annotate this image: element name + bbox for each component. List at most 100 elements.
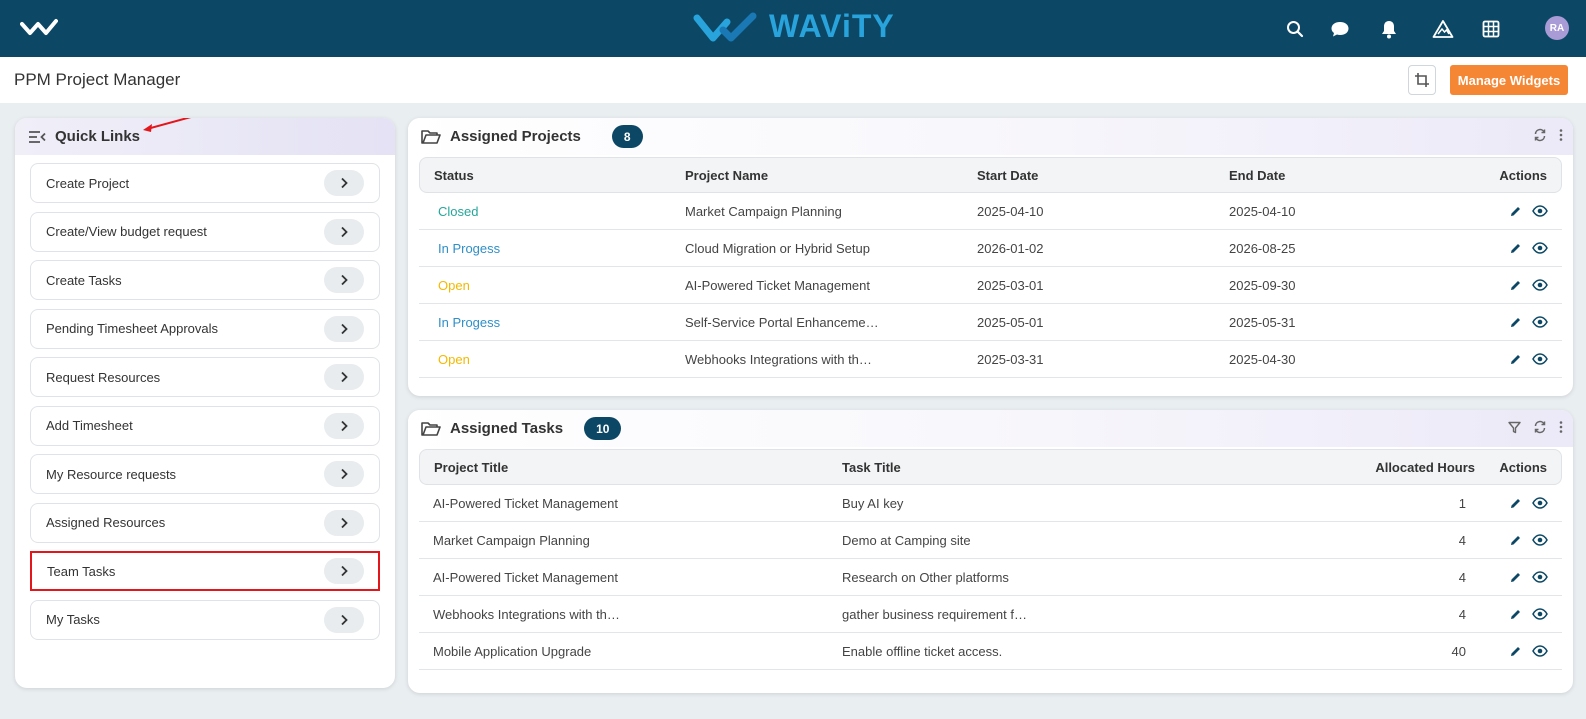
bell-icon[interactable] — [1377, 17, 1401, 41]
project-name: Webhooks Integrations with th… — [685, 351, 872, 367]
allocated-hours: 4 — [1458, 532, 1466, 548]
home-logo-icon[interactable] — [20, 16, 58, 41]
view-eye-icon[interactable] — [1532, 534, 1548, 546]
view-eye-icon[interactable] — [1532, 205, 1548, 217]
project-name: Cloud Migration or Hybrid Setup — [685, 240, 870, 256]
quick-link-add-timesheet[interactable]: Add Timesheet — [30, 405, 380, 446]
table-row: Mobile Application Upgrade Enable offlin… — [419, 633, 1562, 670]
quick-link-budget-request[interactable]: Create/View budget request — [30, 211, 380, 252]
chevron-right-icon[interactable] — [324, 267, 364, 293]
view-eye-icon[interactable] — [1532, 571, 1548, 583]
chevron-right-icon[interactable] — [324, 170, 364, 196]
start-date: 2025-05-01 — [977, 314, 1044, 330]
quick-link-request-resources[interactable]: Request Resources — [30, 357, 380, 397]
table-row: Closed Market Campaign Planning 2025-04-… — [419, 193, 1562, 230]
filter-icon[interactable] — [1508, 421, 1521, 434]
view-eye-icon[interactable] — [1532, 279, 1548, 291]
start-date: 2025-03-01 — [977, 277, 1044, 293]
view-eye-icon[interactable] — [1532, 608, 1548, 620]
quick-link-label: Request Resources — [46, 369, 161, 385]
chevron-right-icon[interactable] — [324, 364, 364, 390]
chevron-right-icon[interactable] — [324, 412, 364, 439]
edit-pencil-icon[interactable] — [1509, 645, 1522, 658]
manage-widgets-button[interactable]: Manage Widgets — [1450, 65, 1568, 95]
quick-link-label: Add Timesheet — [46, 418, 133, 433]
column-header-project-title[interactable]: Project Title — [434, 460, 508, 475]
crop-button[interactable] — [1408, 65, 1436, 95]
grid-icon[interactable] — [1479, 17, 1503, 41]
folder-open-icon — [421, 129, 441, 145]
chevron-right-icon[interactable] — [324, 509, 364, 536]
chevron-right-icon[interactable] — [324, 315, 364, 342]
project-title: AI-Powered Ticket Management — [433, 569, 618, 585]
project-name: AI-Powered Ticket Management — [685, 277, 870, 293]
more-vertical-icon[interactable] — [1559, 128, 1563, 142]
folder-open-icon — [421, 421, 441, 437]
edit-pencil-icon[interactable] — [1509, 571, 1522, 584]
assigned-tasks-widget: Assigned Tasks 10 Project Title Task Tit… — [408, 410, 1573, 693]
project-title: Webhooks Integrations with th… — [433, 606, 620, 622]
table-row: Market Campaign Planning Demo at Camping… — [419, 522, 1562, 559]
edit-pencil-icon[interactable] — [1509, 608, 1522, 621]
status-value: Open — [438, 351, 470, 367]
chat-icon[interactable] — [1328, 17, 1352, 41]
status-value: Closed — [438, 203, 479, 219]
column-header-allocated-hours[interactable]: Allocated Hours — [1375, 460, 1475, 475]
column-header-actions: Actions — [1499, 459, 1547, 475]
quick-link-label: My Tasks — [46, 612, 100, 627]
quick-links-title: Quick Links — [55, 128, 141, 145]
quick-link-assigned-resources[interactable]: Assigned Resources — [30, 502, 380, 543]
start-date: 2025-04-10 — [977, 203, 1044, 219]
search-icon[interactable] — [1283, 17, 1307, 41]
quick-link-label: My Resource requests — [46, 466, 177, 482]
assigned-tasks-table: Project Title Task Title Allocated Hours… — [419, 449, 1562, 684]
user-avatar[interactable]: RA — [1545, 16, 1569, 40]
edit-pencil-icon[interactable] — [1509, 279, 1522, 292]
edit-pencil-icon[interactable] — [1509, 497, 1522, 510]
edit-pencil-icon[interactable] — [1509, 242, 1522, 255]
quick-link-label: Create Tasks — [46, 272, 122, 288]
view-eye-icon[interactable] — [1532, 497, 1548, 509]
quick-link-pending-timesheet-approvals[interactable]: Pending Timesheet Approvals — [30, 308, 380, 349]
view-eye-icon[interactable] — [1532, 316, 1548, 328]
refresh-icon[interactable] — [1533, 128, 1547, 142]
view-eye-icon[interactable] — [1532, 353, 1548, 365]
edit-pencil-icon[interactable] — [1509, 353, 1522, 366]
menu-collapse-icon[interactable] — [28, 130, 46, 144]
table-row: AI-Powered Ticket Management Research on… — [419, 559, 1562, 596]
table-row: Webhooks Integrations with th… gather bu… — [419, 596, 1562, 633]
chevron-right-icon[interactable] — [324, 461, 364, 487]
quick-link-create-tasks[interactable]: Create Tasks — [30, 260, 380, 300]
column-header-project-name[interactable]: Project Name — [685, 168, 768, 183]
quick-link-label: Create Project — [46, 175, 130, 191]
table-row: AI-Powered Ticket Management Buy AI key … — [419, 485, 1562, 522]
quick-link-create-project[interactable]: Create Project — [30, 163, 380, 203]
chevron-right-icon[interactable] — [324, 558, 364, 584]
chevron-right-icon[interactable] — [324, 218, 364, 245]
column-header-end-date[interactable]: End Date — [1229, 168, 1285, 183]
start-date: 2025-03-31 — [977, 351, 1044, 367]
count-badge: 8 — [611, 125, 643, 148]
edit-pencil-icon[interactable] — [1509, 534, 1522, 547]
refresh-icon[interactable] — [1533, 420, 1547, 434]
view-eye-icon[interactable] — [1532, 645, 1548, 657]
status-value: In Progess — [438, 314, 501, 330]
end-date: 2025-04-10 — [1229, 203, 1296, 219]
quick-link-my-tasks[interactable]: My Tasks — [30, 599, 380, 640]
allocated-hours: 4 — [1458, 606, 1466, 622]
task-title: Research on Other platforms — [842, 569, 1009, 585]
quick-links-widget: Quick Links Create Project Create/View b… — [15, 118, 395, 688]
quick-link-team-tasks[interactable]: Team Tasks — [30, 551, 380, 591]
quick-link-label: Pending Timesheet Approvals — [46, 321, 218, 336]
edit-pencil-icon[interactable] — [1509, 205, 1522, 218]
column-header-task-title[interactable]: Task Title — [842, 460, 901, 475]
more-vertical-icon[interactable] — [1559, 420, 1563, 434]
column-header-status[interactable]: Status — [434, 168, 474, 183]
assigned-projects-table: Status Project Name Start Date End Date … — [419, 157, 1562, 392]
alert-triangle-icon[interactable] — [1431, 17, 1455, 41]
chevron-right-icon[interactable] — [324, 606, 364, 633]
view-eye-icon[interactable] — [1532, 242, 1548, 254]
quick-link-my-resource-requests[interactable]: My Resource requests — [30, 454, 380, 494]
edit-pencil-icon[interactable] — [1509, 316, 1522, 329]
column-header-start-date[interactable]: Start Date — [977, 168, 1038, 183]
